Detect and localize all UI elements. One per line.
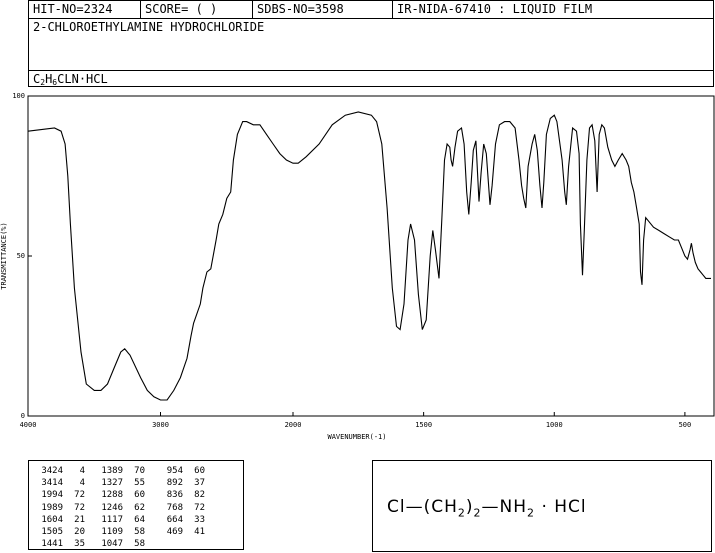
peak-transmittance: 33 xyxy=(194,514,205,525)
peak-wavenumber: 1117 xyxy=(101,514,123,525)
peak-wavenumber: 1441 xyxy=(41,539,63,550)
peak-wavenumber: 664 xyxy=(166,514,183,525)
peak-transmittance xyxy=(183,538,215,550)
peak-wavenumber: 469 xyxy=(166,527,183,538)
y-tick-label: 0 xyxy=(21,412,25,420)
molecular-formula: C2H6CLN·HCL xyxy=(33,72,108,87)
peak-wavenumber: 954 xyxy=(166,466,183,476)
peak-transmittance: 20 xyxy=(74,527,85,538)
x-tick-label: 1500 xyxy=(415,421,432,429)
peak-wavenumber: 1288 xyxy=(101,490,123,501)
peak-wavenumber: 1327 xyxy=(101,478,123,489)
peak-transmittance: 60 xyxy=(134,490,145,501)
x-tick-label: 4000 xyxy=(20,421,37,429)
peak-wavenumber: 1505 xyxy=(41,527,63,538)
peak-wavenumber: 3424 xyxy=(41,466,63,476)
peak-transmittance: 58 xyxy=(134,527,145,538)
formula-row: C2H6CLN·HCL xyxy=(29,70,713,88)
peak-wavenumber: 1604 xyxy=(41,514,63,525)
ir-spectrum-chart: 4000 3000 2000 1500 1000 500 0 50 100 WAVENUMBER… xyxy=(0,92,715,441)
compound-name: 2-CHLOROETHYLAMINE HYDROCHLORIDE xyxy=(33,20,265,34)
peak-transmittance: 64 xyxy=(134,514,145,525)
peak-row: 1441 35 1047 58 xyxy=(35,538,215,550)
peak-table-panel: 3424 4 1389 70 954 60 3414 4 1327 55 892 37 1994 72 12… xyxy=(28,460,244,550)
x-axis-label: WAVENUMBER(-1) xyxy=(327,433,386,441)
peak-wavenumber xyxy=(155,538,183,550)
peak-transmittance: 41 xyxy=(194,527,205,538)
peak-transmittance: 37 xyxy=(194,478,205,489)
x-tick-label: 3000 xyxy=(152,421,169,429)
peak-wavenumber: 3414 xyxy=(41,478,63,489)
peak-row: 1989 72 1246 62 768 72 xyxy=(35,502,215,514)
peak-transmittance: 72 xyxy=(74,502,85,513)
peak-row: 3414 4 1327 55 892 37 xyxy=(35,477,215,489)
peak-row: 3424 4 1389 70 954 60 xyxy=(35,465,215,477)
hit-number: HIT-NO=2324 xyxy=(29,1,141,18)
peak-wavenumber: 1109 xyxy=(101,527,123,538)
spectrum-line xyxy=(27,111,711,401)
x-tick-label: 500 xyxy=(679,421,692,429)
peak-transmittance: 21 xyxy=(74,514,85,525)
y-tick-label: 50 xyxy=(17,252,25,260)
peak-wavenumber: 892 xyxy=(166,478,183,489)
peak-table: 3424 4 1389 70 954 60 3414 4 1327 55 892 37 1994 72 12… xyxy=(35,465,215,550)
y-axis-label: TRANSMITTANCE(%) xyxy=(0,222,8,289)
header-panel: HIT-NO=2324 SCORE= ( ) SDBS-NO=3598 IR-N… xyxy=(28,0,714,87)
peak-transmittance: 55 xyxy=(134,478,145,489)
peak-transmittance: 72 xyxy=(74,490,85,501)
x-tick-label: 1000 xyxy=(546,421,563,429)
peak-row: 1604 21 1117 64 664 33 xyxy=(35,514,215,526)
peak-transmittance: 82 xyxy=(194,490,205,501)
score: SCORE= ( ) xyxy=(141,1,253,18)
peak-transmittance: 4 xyxy=(79,478,85,489)
sdbs-number: SDBS-NO=3598 xyxy=(253,1,393,18)
plot-frame xyxy=(27,95,715,417)
tick-labels: 4000 3000 2000 1500 1000 500 0 50 100 xyxy=(12,92,691,429)
peak-transmittance: 35 xyxy=(74,539,85,550)
structural-formula: Cl—(CH2)2—NH2 · HCl xyxy=(387,497,587,520)
peak-transmittance: 60 xyxy=(194,466,205,476)
header-row: HIT-NO=2324 SCORE= ( ) SDBS-NO=3598 IR-N… xyxy=(29,1,713,19)
peak-transmittance: 62 xyxy=(134,502,145,513)
peak-transmittance: 72 xyxy=(194,502,205,513)
ir-method: IR-NIDA-67410 : LIQUID FILM xyxy=(397,2,593,16)
peak-wavenumber: 1389 xyxy=(101,466,123,476)
peak-wavenumber: 836 xyxy=(166,490,183,501)
peak-row: 1994 72 1288 60 836 82 xyxy=(35,489,215,501)
peak-transmittance: 58 xyxy=(134,539,145,550)
x-tick-label: 2000 xyxy=(285,421,302,429)
peak-wavenumber: 768 xyxy=(166,502,183,513)
peak-transmittance: 4 xyxy=(79,466,85,476)
axis-ticks xyxy=(27,95,686,417)
peak-wavenumber: 1989 xyxy=(41,502,63,513)
peak-wavenumber: 1246 xyxy=(101,502,123,513)
y-tick-label: 100 xyxy=(12,92,25,100)
peak-transmittance: 70 xyxy=(134,466,145,476)
peak-row: 1505 20 1109 58 469 41 xyxy=(35,526,215,538)
peak-wavenumber: 1994 xyxy=(41,490,63,501)
structure-panel: Cl—(CH2)2—NH2 · HCl xyxy=(372,460,712,552)
peak-wavenumber: 1047 xyxy=(101,539,123,550)
